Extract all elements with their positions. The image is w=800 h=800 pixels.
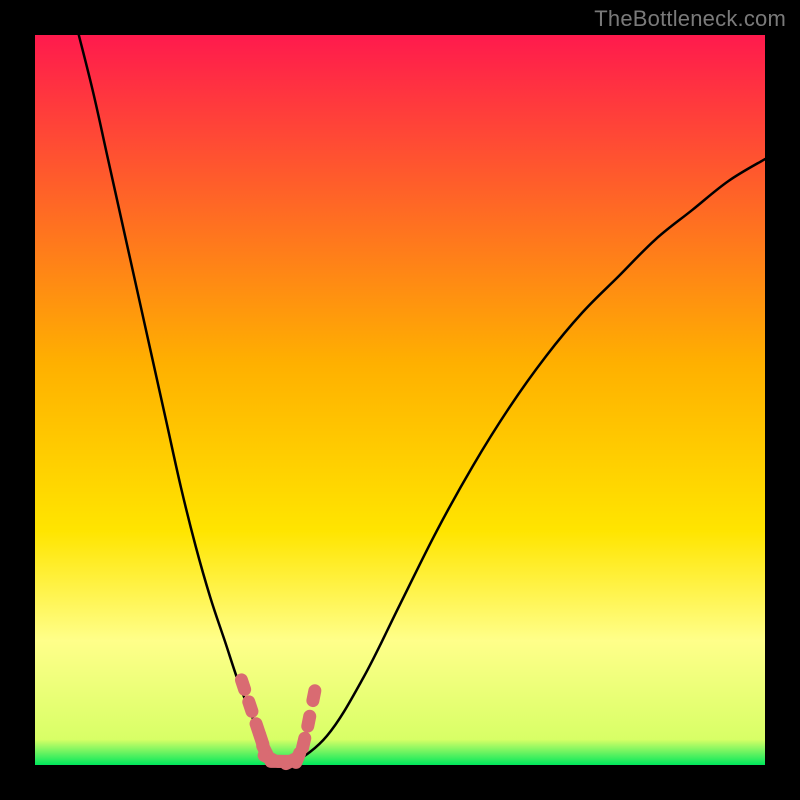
marker-dot — [303, 738, 305, 748]
marker-dot — [249, 702, 252, 711]
marker-dot — [296, 753, 300, 762]
bottleneck-chart — [0, 0, 800, 800]
marker-dot — [241, 680, 244, 689]
plot-background — [35, 35, 765, 765]
chart-frame: TheBottleneck.com — [0, 0, 800, 800]
marker-dot — [308, 716, 310, 726]
marker-dot — [313, 691, 315, 701]
